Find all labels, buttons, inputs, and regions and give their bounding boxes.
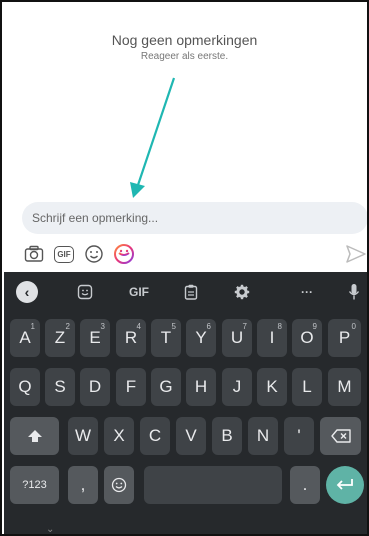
enter-icon	[336, 479, 353, 490]
key[interactable]: Q	[10, 368, 40, 406]
annotation-arrow	[130, 77, 176, 198]
key[interactable]: '	[284, 417, 314, 455]
emoji-key[interactable]	[104, 466, 134, 504]
sticker-icon[interactable]	[112, 242, 136, 266]
key[interactable]: A1	[10, 319, 40, 357]
keyboard-toolbar: ‹ GIF ···	[4, 272, 367, 312]
space-key[interactable]	[144, 466, 282, 504]
more-button[interactable]: ···	[294, 272, 320, 312]
clipboard-icon[interactable]	[178, 272, 204, 312]
emoji-icon[interactable]	[82, 242, 106, 266]
backspace-key[interactable]	[320, 417, 361, 455]
gif-label: GIF	[54, 245, 74, 263]
key[interactable]: O9	[292, 319, 322, 357]
key[interactable]: E3	[80, 319, 110, 357]
period-key[interactable]: .	[290, 466, 320, 504]
comment-input[interactable]	[22, 202, 367, 234]
key[interactable]: H	[186, 368, 216, 406]
microphone-icon[interactable]	[344, 272, 364, 312]
key[interactable]: C	[140, 417, 170, 455]
key[interactable]: G	[151, 368, 181, 406]
key[interactable]: K	[257, 368, 287, 406]
key[interactable]: X	[104, 417, 134, 455]
enter-key[interactable]	[326, 466, 364, 504]
gif-button[interactable]: GIF	[122, 272, 156, 312]
keyboard: ‹ GIF ··· A1 Z2 E3 R4 T5 Y6 U7 I 8 O 9 P…	[4, 272, 367, 534]
key[interactable]: R4	[116, 319, 146, 357]
comma-key[interactable]: ,	[68, 466, 98, 504]
key[interactable]: F	[116, 368, 146, 406]
key[interactable]: V	[176, 417, 206, 455]
key[interactable]: U7	[222, 319, 252, 357]
key[interactable]: S	[45, 368, 75, 406]
chevron-left-icon[interactable]: ‹	[14, 272, 40, 312]
app-screen: Nog geen opmerkingen Reageer als eerste.…	[0, 0, 369, 536]
send-icon[interactable]	[345, 243, 367, 265]
emoji-icon	[111, 477, 127, 493]
backspace-icon	[330, 429, 351, 443]
key[interactable]: L	[292, 368, 322, 406]
key[interactable]: T5	[151, 319, 181, 357]
shift-icon	[27, 430, 42, 442]
gear-icon[interactable]	[229, 272, 255, 312]
key[interactable]: N	[248, 417, 278, 455]
key[interactable]: M	[328, 368, 361, 406]
key[interactable]: B	[212, 417, 242, 455]
key[interactable]: Y6	[186, 319, 216, 357]
gif-icon[interactable]: GIF	[52, 242, 76, 266]
key[interactable]: I8	[257, 319, 287, 357]
symbols-key[interactable]: ?123	[10, 466, 59, 504]
sticker-icon[interactable]	[72, 272, 98, 312]
chevron-down-icon[interactable]: ⌄	[46, 524, 54, 534]
key[interactable]: J	[222, 368, 252, 406]
key[interactable]: D	[80, 368, 110, 406]
key[interactable]: Z2	[45, 319, 75, 357]
composer-tools: GIF	[22, 242, 136, 266]
key[interactable]: P0	[328, 319, 361, 357]
key[interactable]: W	[68, 417, 98, 455]
shift-key[interactable]	[10, 417, 59, 455]
camera-icon[interactable]	[22, 242, 46, 266]
